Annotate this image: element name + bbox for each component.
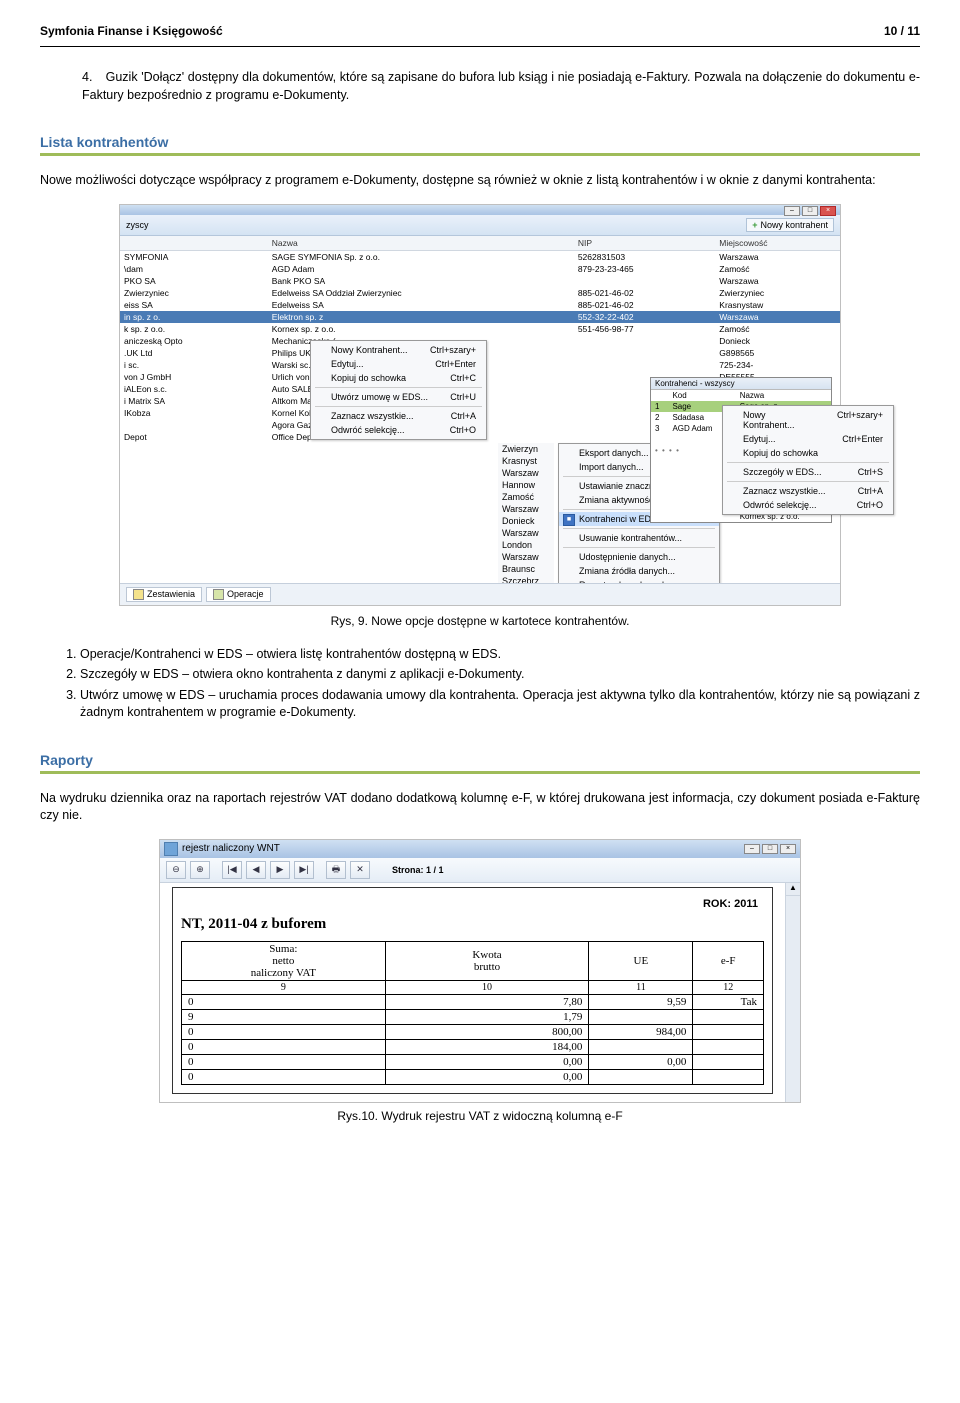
screenshot-report: rejestr naliczony WNT – □ × ⊖ ⊕ |◀ ◀ ▶ ▶… — [159, 839, 801, 1103]
report-year: ROK: 2011 — [181, 898, 758, 910]
menu-item[interactable]: Zmiana źródła danych... — [559, 564, 719, 578]
report-table: Suma:nettonaliczony VATKwotabruttoUEe-F9… — [181, 941, 764, 1085]
list-item: Utwórz umowę w EDS – uruchamia proces do… — [80, 687, 920, 722]
menu-item[interactable]: Odwróć selekcję...Ctrl+O — [723, 498, 893, 512]
close-icon[interactable]: × — [780, 844, 796, 854]
caption-2: Rys.10. Wydruk rejestru VAT z widoczną k… — [40, 1109, 920, 1123]
report-window-title: rejestr naliczony WNT — [182, 843, 280, 854]
section-lista-title: Lista kontrahentów — [40, 134, 920, 150]
scrollbar[interactable]: ▲ — [785, 883, 800, 1102]
menu-item[interactable]: Kopiuj do schowka — [723, 446, 893, 460]
menu-item[interactable]: Zaznacz wszystkie...Ctrl+A — [723, 484, 893, 498]
section2-body: Na wydruku dziennika oraz na raportach r… — [40, 790, 920, 825]
screenshot-kontrahenci: – □ × zyscy + Nowy kontrahent NazwaNIPMi… — [119, 204, 841, 606]
plus-icon: + — [752, 220, 757, 230]
last-page-icon[interactable]: ▶| — [294, 861, 314, 879]
city-column: ZwierzynKrasnystWarszawHannowZamośćWarsz… — [498, 443, 554, 587]
menu-item[interactable]: Kopiuj do schowkaCtrl+C — [311, 371, 486, 385]
list-item: Operacje/Kontrahenci w EDS – otwiera lis… — [80, 646, 920, 664]
menu-item[interactable]: Nowy Kontrahent...Ctrl+szary+ — [723, 408, 893, 432]
menu-item[interactable]: Edytuj...Ctrl+Enter — [311, 357, 486, 371]
app-icon — [164, 842, 178, 856]
menu-item[interactable]: Udostępnienie danych... — [559, 550, 719, 564]
gear-icon — [213, 589, 224, 600]
header-rule — [40, 46, 920, 47]
maximize-icon[interactable]: □ — [802, 206, 818, 216]
zoom-out-icon[interactable]: ⊖ — [166, 861, 186, 879]
close-icon[interactable]: × — [820, 206, 836, 216]
page-header: Symfonia Finanse i Księgowość 10 / 11 — [40, 24, 920, 38]
page-indicator: Strona: 1 / 1 — [392, 865, 444, 875]
toolbar: zyscy + Nowy kontrahent — [120, 215, 840, 236]
menu-item[interactable]: Usuwanie kontrahentów... — [559, 531, 719, 545]
minimize-icon[interactable]: – — [744, 844, 760, 854]
tab-operacje[interactable]: Operacje — [206, 587, 271, 602]
section-raporty-title: Raporty — [40, 752, 920, 768]
maximize-icon[interactable]: □ — [762, 844, 778, 854]
menu-item[interactable]: Utwórz umowę w EDS...Ctrl+U — [311, 390, 486, 404]
menu-item[interactable]: Szczegóły w EDS...Ctrl+S — [723, 465, 893, 479]
menu-item[interactable]: Edytuj...Ctrl+Enter — [723, 432, 893, 446]
close-toolbar-icon[interactable]: ✕ — [350, 861, 370, 879]
feature-list: Operacje/Kontrahenci w EDS – otwiera lis… — [80, 646, 920, 722]
menu-item[interactable]: Zaznacz wszystkie...Ctrl+A — [311, 409, 486, 423]
new-contractor-button[interactable]: + Nowy kontrahent — [746, 218, 834, 232]
report-document: ROK: 2011 NT, 2011-04 z buforem Suma:net… — [172, 887, 773, 1094]
caption-1: Rys, 9. Nowe opcje dostępne w kartotece … — [40, 614, 920, 628]
menu-item[interactable]: Nowy Kontrahent...Ctrl+szary+ — [311, 343, 486, 357]
context-menu-detail[interactable]: Nowy Kontrahent...Ctrl+szary+Edytuj...Ct… — [722, 405, 894, 515]
bottom-tabs: Zestawienia Operacje — [120, 583, 840, 605]
header-right: 10 / 11 — [884, 24, 920, 38]
menu-item[interactable]: Odwróć selekcję...Ctrl+O — [311, 423, 486, 437]
tab-label[interactable]: zyscy — [126, 220, 149, 230]
intro-num: 4. — [82, 69, 102, 87]
report-toolbar: ⊖ ⊕ |◀ ◀ ▶ ▶| 🖶 ✕ Strona: 1 / 1 — [160, 858, 800, 883]
next-page-icon[interactable]: ▶ — [270, 861, 290, 879]
zoom-in-icon[interactable]: ⊕ — [190, 861, 210, 879]
print-icon[interactable]: 🖶 — [326, 861, 346, 879]
minimize-icon[interactable]: – — [784, 206, 800, 216]
prev-page-icon[interactable]: ◀ — [246, 861, 266, 879]
intro-text: Guzik 'Dołącz' dostępny dla dokumentów, … — [82, 70, 920, 102]
section1-body: Nowe możliwości dotyczące współpracy z p… — [40, 172, 920, 190]
context-menu-main[interactable]: Nowy Kontrahent...Ctrl+szary+Edytuj...Ct… — [310, 340, 487, 440]
section-rule-2 — [40, 771, 920, 774]
header-left: Symfonia Finanse i Księgowość — [40, 24, 223, 38]
first-page-icon[interactable]: |◀ — [222, 861, 242, 879]
tab-zestawienia[interactable]: Zestawienia — [126, 587, 202, 602]
popup-title: Kontrahenci - wszyscy — [651, 378, 831, 390]
window-titlebar: – □ × — [120, 205, 840, 215]
list-item: Szczegóły w EDS – otwiera okno kontrahen… — [80, 666, 920, 684]
intro-paragraph: 4. Guzik 'Dołącz' dostępny dla dokumentó… — [82, 69, 920, 104]
report-titlebar: rejestr naliczony WNT – □ × — [160, 840, 800, 858]
report-title: NT, 2011-04 z buforem — [181, 916, 764, 933]
section-rule — [40, 153, 920, 156]
sheet-icon — [133, 589, 144, 600]
